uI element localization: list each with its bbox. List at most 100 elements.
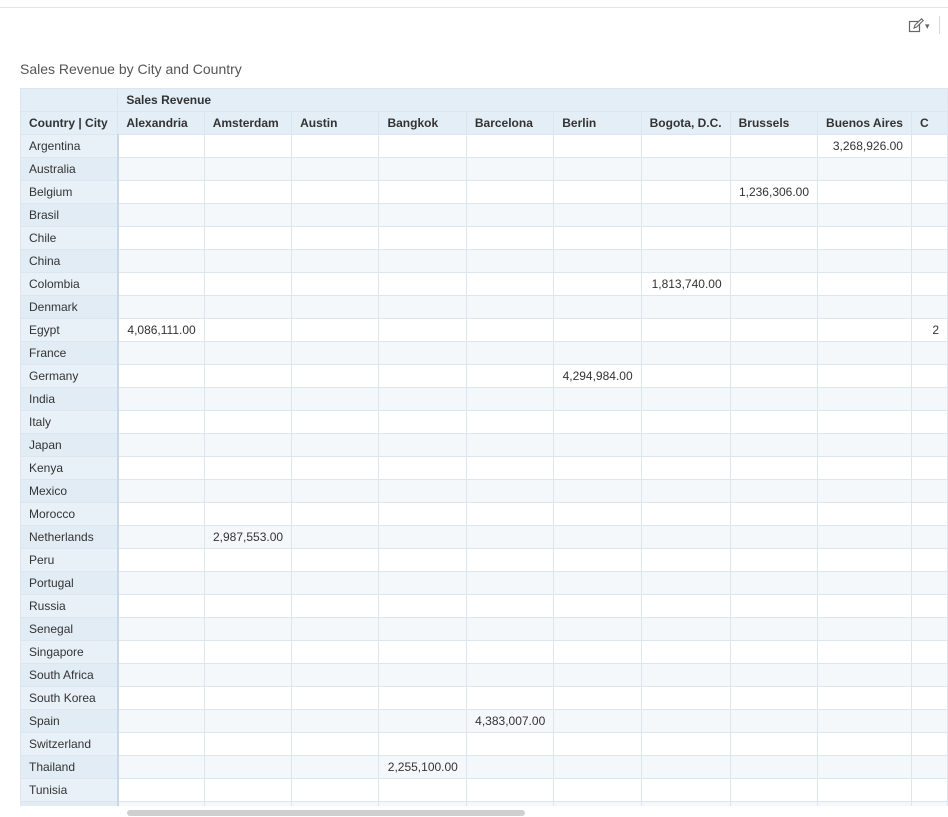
table-cell[interactable] [553, 617, 642, 641]
table-cell[interactable] [291, 548, 380, 572]
table-cell[interactable] [291, 640, 380, 664]
table-cell[interactable] [640, 433, 731, 457]
table-cell[interactable] [465, 364, 555, 388]
table-cell[interactable] [729, 134, 819, 158]
row-header[interactable]: Tunisia [20, 778, 119, 802]
table-cell[interactable] [553, 433, 642, 457]
table-cell[interactable] [553, 295, 642, 319]
table-cell[interactable] [465, 686, 555, 710]
table-cell[interactable] [465, 295, 555, 319]
table-cell[interactable] [640, 778, 731, 802]
table-cell[interactable] [553, 226, 642, 250]
table-cell[interactable] [291, 180, 380, 204]
table-cell[interactable] [378, 249, 467, 273]
table-cell[interactable] [817, 203, 912, 227]
row-header[interactable]: France [20, 341, 119, 365]
table-cell[interactable] [729, 778, 819, 802]
table-cell[interactable] [291, 295, 380, 319]
table-cell[interactable] [640, 456, 731, 480]
row-header[interactable]: Portugal [20, 571, 119, 595]
table-cell[interactable] [640, 801, 731, 806]
table-cell[interactable] [553, 249, 642, 273]
table-cell[interactable] [465, 410, 555, 434]
table-cell[interactable] [553, 387, 642, 411]
table-cell[interactable] [553, 410, 642, 434]
table-cell[interactable] [910, 410, 948, 434]
table-cell[interactable] [553, 318, 642, 342]
table-cell[interactable] [203, 272, 293, 296]
table-cell[interactable] [203, 387, 293, 411]
table-cell[interactable] [378, 640, 467, 664]
table-cell[interactable] [465, 502, 555, 526]
row-header[interactable]: Russia [20, 594, 119, 618]
table-cell[interactable] [291, 364, 380, 388]
corner-label[interactable]: Country | City [20, 111, 119, 135]
table-cell[interactable] [378, 594, 467, 618]
column-header[interactable]: Bogota, D.C. [640, 111, 731, 135]
table-cell[interactable] [378, 364, 467, 388]
table-cell[interactable] [291, 341, 380, 365]
table-cell[interactable] [465, 663, 555, 687]
table-cell[interactable] [640, 341, 731, 365]
row-header[interactable]: Egypt [20, 318, 119, 342]
table-cell[interactable] [117, 617, 205, 641]
table-cell[interactable] [729, 387, 819, 411]
table-cell[interactable] [910, 732, 948, 756]
table-cell[interactable] [910, 755, 948, 779]
table-cell[interactable] [203, 640, 293, 664]
table-cell[interactable] [729, 249, 819, 273]
table-cell[interactable] [553, 525, 642, 549]
column-header[interactable]: Amsterdam [203, 111, 293, 135]
table-cell[interactable] [291, 709, 380, 733]
table-cell[interactable]: 2 [910, 318, 948, 342]
table-cell[interactable] [291, 525, 380, 549]
table-cell[interactable] [465, 341, 555, 365]
table-cell[interactable] [817, 410, 912, 434]
table-cell[interactable] [203, 180, 293, 204]
table-cell[interactable] [640, 134, 731, 158]
table-cell[interactable] [465, 594, 555, 618]
table-cell[interactable] [817, 594, 912, 618]
table-cell[interactable] [203, 134, 293, 158]
table-cell[interactable] [729, 617, 819, 641]
table-cell[interactable] [729, 479, 819, 503]
table-cell[interactable] [203, 203, 293, 227]
table-cell[interactable] [640, 709, 731, 733]
table-cell[interactable] [553, 663, 642, 687]
table-cell[interactable]: 4,086,111.00 [117, 318, 205, 342]
table-cell[interactable] [203, 157, 293, 181]
table-cell[interactable] [640, 180, 731, 204]
table-cell[interactable] [378, 709, 467, 733]
table-cell[interactable] [117, 387, 205, 411]
table-cell[interactable]: 2,255,100.00 [378, 755, 467, 779]
table-cell[interactable] [553, 755, 642, 779]
table-cell[interactable] [640, 502, 731, 526]
table-cell[interactable] [817, 732, 912, 756]
table-cell[interactable] [910, 249, 948, 273]
table-cell[interactable] [117, 709, 205, 733]
table-cell[interactable] [640, 226, 731, 250]
table-cell[interactable] [817, 272, 912, 296]
row-header[interactable]: Netherlands [20, 525, 119, 549]
table-cell[interactable] [291, 686, 380, 710]
table-cell[interactable] [378, 778, 467, 802]
table-cell[interactable] [117, 755, 205, 779]
table-cell[interactable] [729, 663, 819, 687]
table-cell[interactable] [640, 686, 731, 710]
table-cell[interactable] [117, 295, 205, 319]
table-cell[interactable] [817, 548, 912, 572]
table-cell[interactable] [817, 318, 912, 342]
table-cell[interactable] [291, 732, 380, 756]
table-cell[interactable] [203, 479, 293, 503]
table-cell[interactable] [729, 732, 819, 756]
table-cell[interactable]: 2,760,167.50 [291, 801, 380, 806]
table-cell[interactable] [117, 525, 205, 549]
table-cell[interactable] [640, 640, 731, 664]
table-cell[interactable] [291, 479, 380, 503]
table-cell[interactable] [465, 134, 555, 158]
table-cell[interactable] [378, 732, 467, 756]
table-cell[interactable] [640, 479, 731, 503]
table-cell[interactable] [817, 433, 912, 457]
table-cell[interactable] [553, 571, 642, 595]
table-cell[interactable] [729, 157, 819, 181]
